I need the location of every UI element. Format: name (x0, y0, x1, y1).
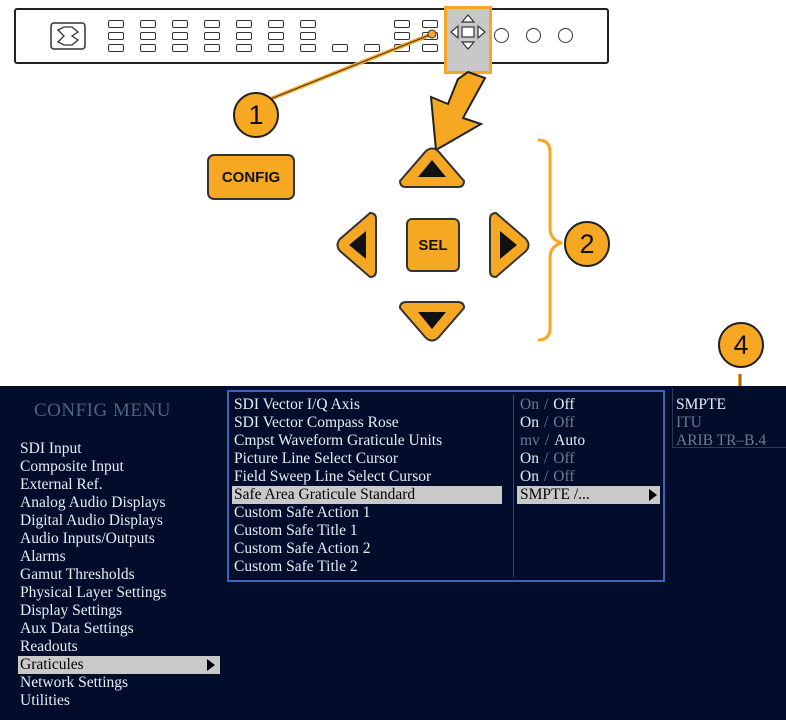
left-arrow-button[interactable] (332, 209, 380, 281)
submenu-item-compass-rose[interactable]: SDI Vector Compass Rose (234, 414, 399, 432)
submenu-item-custom-safe-title-2[interactable]: Custom Safe Title 2 (234, 558, 358, 576)
config-menu-title: CONFIG MENU (34, 400, 171, 421)
submenu-item-graticule-units[interactable]: Cmpst Waveform Graticule Units (234, 432, 442, 450)
select-button[interactable]: SEL (406, 218, 460, 272)
value-toggle[interactable]: mv / Auto (520, 432, 585, 450)
value-option-on: On (520, 450, 539, 467)
value-option-on: On (520, 468, 539, 485)
value-option-off: Off (553, 396, 575, 413)
menu-item-readouts[interactable]: Readouts (20, 638, 78, 656)
value-separator: / (544, 432, 550, 449)
option-smpte[interactable]: SMPTE (676, 396, 726, 414)
menu-item-audio-inputs-outputs[interactable]: Audio Inputs/Outputs (20, 530, 155, 548)
down-arrow-button[interactable] (396, 298, 468, 344)
menu-item-digital-audio-displays[interactable]: Digital Audio Displays (20, 512, 163, 530)
value-toggle[interactable]: On / Off (520, 450, 575, 468)
right-arrow-button[interactable] (486, 209, 534, 281)
callout-4: 4 (718, 322, 764, 368)
up-arrow-button[interactable] (396, 145, 468, 191)
menu-item-gamut-thresholds[interactable]: Gamut Thresholds (20, 566, 135, 584)
menu-item-aux-data-settings[interactable]: Aux Data Settings (20, 620, 134, 638)
value-separator: / (543, 450, 549, 467)
menu-item-sdi-input[interactable]: SDI Input (20, 440, 82, 458)
submenu-arrow-icon (207, 659, 215, 671)
submenu-item-custom-safe-title-1[interactable]: Custom Safe Title 1 (234, 522, 358, 540)
menu-item-label: Graticules (20, 656, 84, 673)
menu-item-external-ref[interactable]: External Ref. (20, 476, 103, 494)
menu-item-physical-layer-settings[interactable]: Physical Layer Settings (20, 584, 166, 602)
value-option-on: On (520, 396, 539, 413)
submenu-item-field-sweep-cursor[interactable]: Field Sweep Line Select Cursor (234, 468, 431, 486)
menu-item-graticules[interactable]: Graticules (18, 656, 220, 674)
value-toggle[interactable]: On / Off (520, 396, 575, 414)
submenu-item-safe-area-standard[interactable]: Safe Area Graticule Standard (232, 486, 502, 504)
value-separator: / (543, 396, 549, 413)
menu-item-analog-audio-displays[interactable]: Analog Audio Displays (20, 494, 166, 512)
option-itu[interactable]: ITU (676, 414, 702, 432)
value-option-off: Off (553, 450, 575, 467)
value-option-auto: Auto (554, 432, 586, 449)
option-arib[interactable]: ARIB TR–B.4 (676, 432, 766, 450)
value-option-off: Off (553, 468, 575, 485)
menu-item-alarms[interactable]: Alarms (20, 548, 66, 566)
value-option-off: Off (553, 414, 575, 431)
value-select-safe-area[interactable]: SMPTE /... (517, 486, 660, 504)
value-separator: / (543, 414, 549, 431)
value-column-divider (513, 395, 514, 577)
value-option-on: On (520, 414, 539, 431)
config-button[interactable]: CONFIG (207, 154, 295, 200)
submenu-arrow-icon (649, 489, 657, 501)
value-separator: / (543, 468, 549, 485)
value-option-mv: mv (520, 432, 540, 449)
callout-2: 2 (564, 221, 610, 267)
submenu-item-picture-line-cursor[interactable]: Picture Line Select Cursor (234, 450, 398, 468)
value-selected-label: SMPTE /... (520, 486, 590, 503)
value-toggle[interactable]: On / Off (520, 468, 575, 486)
menu-item-utilities[interactable]: Utilities (20, 692, 70, 710)
callout-1: 1 (233, 92, 279, 138)
value-toggle[interactable]: On / Off (520, 414, 575, 432)
menu-item-network-settings[interactable]: Network Settings (20, 674, 128, 692)
menu-item-display-settings[interactable]: Display Settings (20, 602, 122, 620)
menu-item-composite-input[interactable]: Composite Input (20, 458, 124, 476)
submenu-item-custom-safe-action-2[interactable]: Custom Safe Action 2 (234, 540, 370, 558)
submenu-item-custom-safe-action-1[interactable]: Custom Safe Action 1 (234, 504, 370, 522)
submenu-item-vector-iq-axis[interactable]: SDI Vector I/Q Axis (234, 396, 360, 414)
